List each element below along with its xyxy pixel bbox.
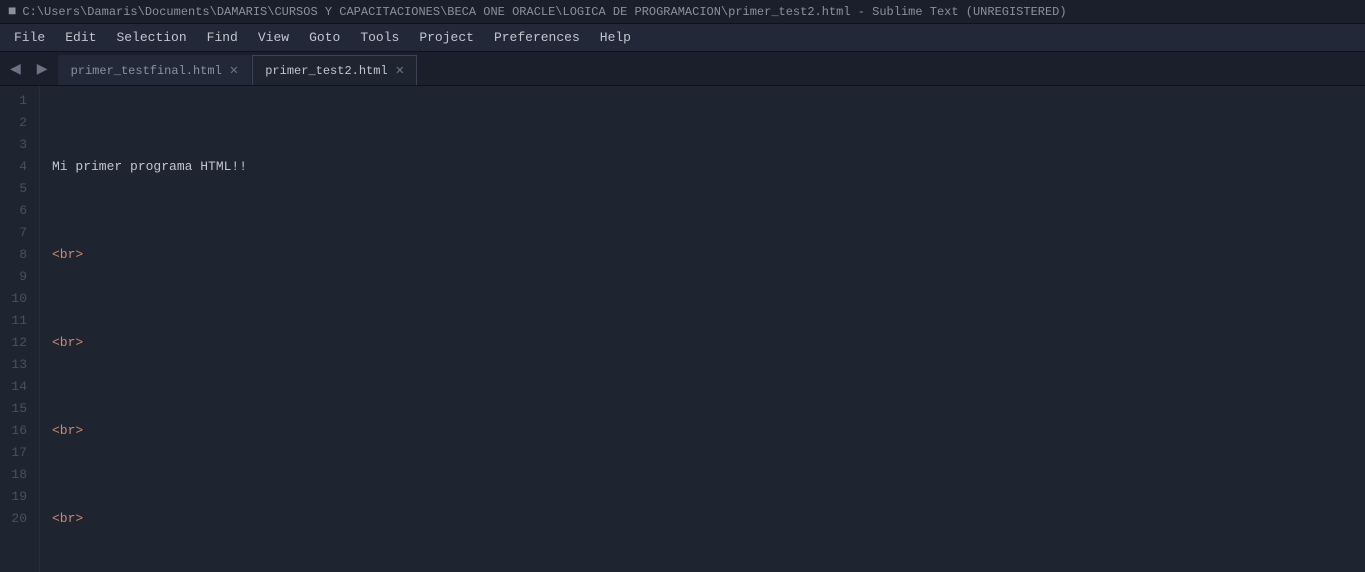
line-num-14: 14	[8, 376, 27, 398]
line-num-19: 19	[8, 486, 27, 508]
tab-nav-next[interactable]: ▶	[31, 56, 54, 81]
app-icon: ■	[8, 4, 16, 20]
menu-tools[interactable]: Tools	[350, 26, 409, 49]
line-num-4: 4	[8, 156, 27, 178]
menu-project[interactable]: Project	[409, 26, 484, 49]
editor: 1 2 3 4 5 6 7 8 9 10 11 12 13 14 15 16 1…	[0, 86, 1365, 572]
code-area[interactable]: Mi primer programa HTML!! <br> <br> <br>…	[40, 86, 1365, 572]
line-num-11: 11	[8, 310, 27, 332]
line-num-9: 9	[8, 266, 27, 288]
line-num-8: 8	[8, 244, 27, 266]
tab-close-primer-testfinal[interactable]: ✕	[230, 64, 238, 78]
line-num-2: 2	[8, 112, 27, 134]
code-line-4: <br>	[52, 420, 1365, 442]
code-line-3: <br>	[52, 332, 1365, 354]
tab-primer-test2[interactable]: primer_test2.html ✕	[252, 55, 417, 85]
line-num-5: 5	[8, 178, 27, 200]
menu-selection[interactable]: Selection	[106, 26, 196, 49]
menu-find[interactable]: Find	[197, 26, 248, 49]
tab-nav-prev[interactable]: ◀	[4, 56, 27, 81]
menu-view[interactable]: View	[248, 26, 299, 49]
line-num-16: 16	[8, 420, 27, 442]
tab-label-active: primer_test2.html	[265, 64, 387, 78]
tab-bar: ◀ ▶ primer_testfinal.html ✕ primer_test2…	[0, 52, 1365, 86]
menu-file[interactable]: File	[4, 26, 55, 49]
code-line-5: <br>	[52, 508, 1365, 530]
tab-primer-testfinal[interactable]: primer_testfinal.html ✕	[58, 55, 252, 85]
menu-help[interactable]: Help	[590, 26, 641, 49]
line-num-15: 15	[8, 398, 27, 420]
menu-bar: File Edit Selection Find View Goto Tools…	[0, 24, 1365, 52]
menu-edit[interactable]: Edit	[55, 26, 106, 49]
line-num-13: 13	[8, 354, 27, 376]
title-bar: ■ C:\Users\Damaris\Documents\DAMARIS\CUR…	[0, 0, 1365, 24]
menu-goto[interactable]: Goto	[299, 26, 350, 49]
line-num-7: 7	[8, 222, 27, 244]
code-line-2: <br>	[52, 244, 1365, 266]
code-line-1: Mi primer programa HTML!!	[52, 156, 1365, 178]
tab-close-primer-test2[interactable]: ✕	[396, 64, 404, 78]
line-num-6: 6	[8, 200, 27, 222]
line-num-10: 10	[8, 288, 27, 310]
line-num-12: 12	[8, 332, 27, 354]
line-num-20: 20	[8, 508, 27, 530]
line-num-3: 3	[8, 134, 27, 156]
line-numbers: 1 2 3 4 5 6 7 8 9 10 11 12 13 14 15 16 1…	[0, 86, 40, 572]
line-num-18: 18	[8, 464, 27, 486]
line-num-1: 1	[8, 90, 27, 112]
tab-label: primer_testfinal.html	[71, 64, 222, 78]
title-text: C:\Users\Damaris\Documents\DAMARIS\CURSO…	[22, 5, 1066, 19]
line-num-17: 17	[8, 442, 27, 464]
menu-preferences[interactable]: Preferences	[484, 26, 590, 49]
